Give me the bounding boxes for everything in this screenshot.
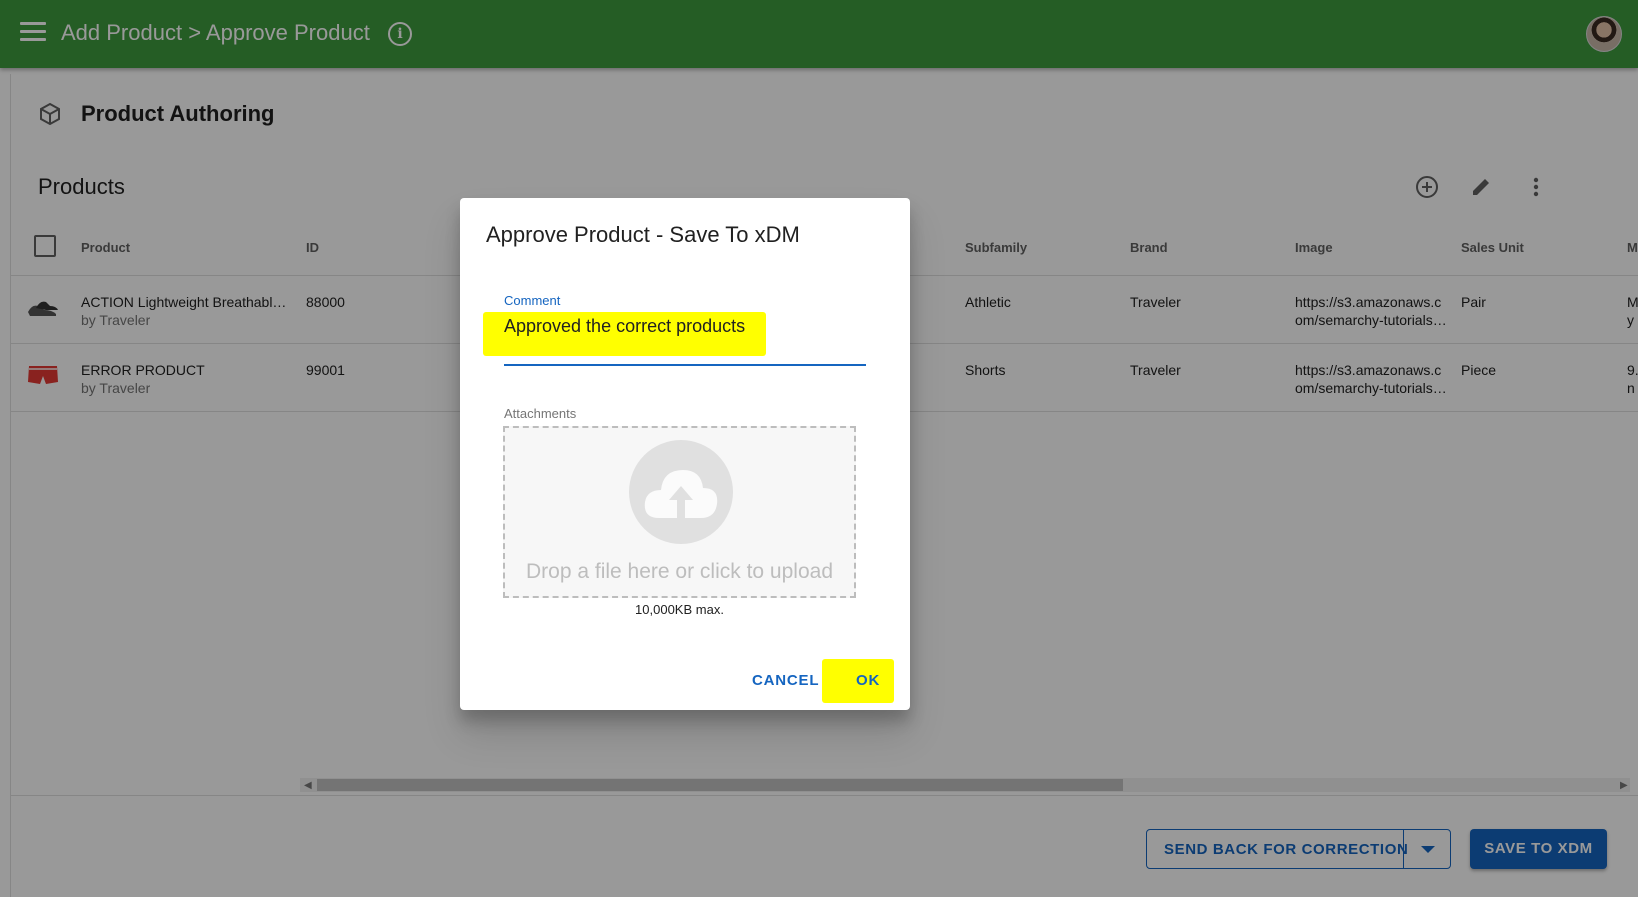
upload-icon-background xyxy=(629,440,733,544)
cloud-upload-icon xyxy=(644,470,718,518)
ok-button[interactable]: OK xyxy=(856,672,880,689)
max-size-hint: 10,000KB max. xyxy=(635,602,724,617)
attachments-label: Attachments xyxy=(504,406,577,421)
comment-field[interactable] xyxy=(504,314,866,366)
dialog-title: Approve Product - Save To xDM xyxy=(486,222,800,247)
comment-label: Comment xyxy=(504,293,561,308)
cancel-button[interactable]: CANCEL xyxy=(752,672,819,689)
file-dropzone[interactable]: Drop a file here or click to upload xyxy=(503,426,856,598)
approve-dialog: Approve Product - Save To xDM Comment At… xyxy=(460,198,910,710)
dropzone-text: Drop a file here or click to upload xyxy=(526,560,833,583)
